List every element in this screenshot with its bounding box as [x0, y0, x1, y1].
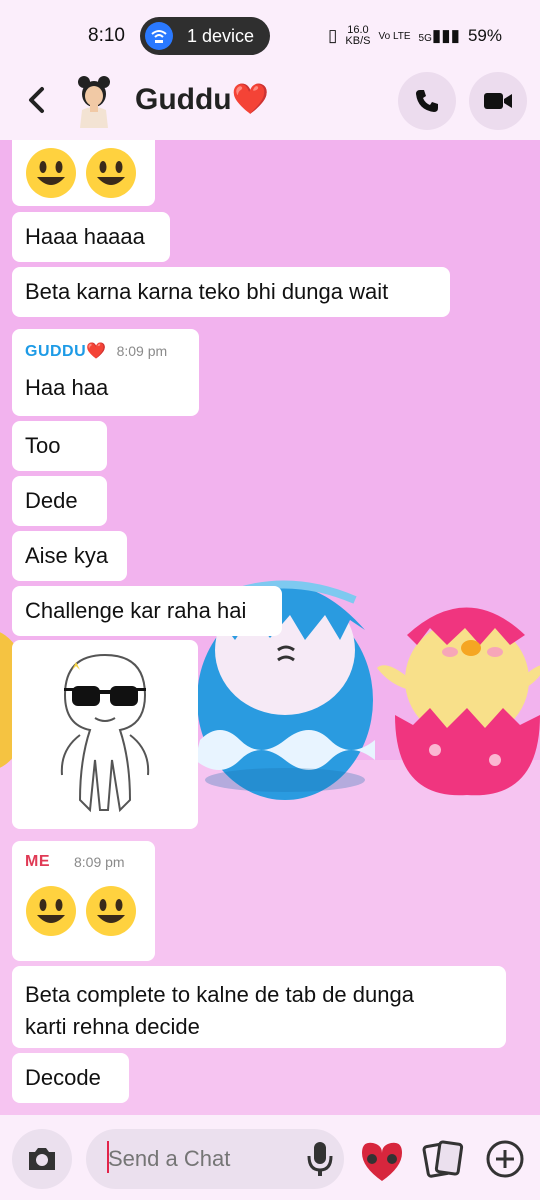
wifi-icon — [145, 22, 173, 50]
cards-icon[interactable] — [422, 1139, 464, 1179]
smiley-emoji-icon — [26, 148, 76, 198]
sender-name: GUDDU❤️ — [25, 343, 107, 360]
back-arrow-icon[interactable] — [22, 82, 52, 118]
camera-icon — [29, 1148, 55, 1170]
composer-bar — [0, 1115, 540, 1200]
device-pill-label: 1 device — [187, 25, 255, 46]
video-icon — [484, 93, 512, 109]
sender-name: ME — [25, 853, 50, 870]
video-call-button[interactable] — [469, 72, 527, 130]
mic-icon[interactable] — [305, 1140, 335, 1178]
emoji-message[interactable] — [12, 140, 155, 206]
message-bubble[interactable]: Decode — [12, 1053, 129, 1103]
vibrate-icon: ▯ — [328, 26, 338, 45]
plus-icon[interactable] — [485, 1139, 525, 1179]
sunglasses-sticker-icon — [60, 653, 150, 812]
message-bubble[interactable]: Too — [12, 421, 107, 471]
battery-level: 59% — [467, 26, 502, 45]
message-bubble[interactable]: Challenge kar raha hai — [12, 586, 282, 636]
message-line: karti rehna decide — [25, 1014, 200, 1039]
smiley-emoji-icon — [26, 886, 76, 936]
bitmoji-icon[interactable] — [358, 1137, 406, 1183]
message-group-guddu[interactable]: GUDDU❤️ 8:09 pm Haa haa — [12, 329, 199, 416]
smiley-emoji-icon — [86, 148, 136, 198]
camera-button[interactable] — [12, 1129, 72, 1189]
phone-icon — [416, 90, 438, 112]
sticker-message[interactable] — [12, 640, 198, 829]
text-cursor — [107, 1141, 109, 1173]
signal-icon: 5G▮▮▮ — [418, 26, 460, 45]
message-bubble[interactable]: Aise kya — [12, 531, 127, 581]
chat-header: Guddu❤️ — [0, 60, 540, 140]
pink-egg-chick-decoration — [377, 607, 540, 796]
contact-name[interactable]: Guddu❤️ — [135, 82, 269, 117]
sender-header: ME 8:09 pm — [25, 853, 142, 871]
message-time: 8:09 pm — [116, 343, 168, 359]
message-bubble[interactable]: Beta complete to kalne de tab de dunga k… — [12, 966, 506, 1048]
smiley-emoji-icon — [86, 886, 136, 936]
message-bubble[interactable]: Haaa haaaa — [12, 212, 170, 262]
sender-header: GUDDU❤️ 8:09 pm — [25, 341, 186, 361]
emoji-row — [25, 885, 142, 937]
message-time: 8:09 pm — [74, 854, 125, 870]
avatar[interactable] — [72, 74, 116, 128]
message-group-me[interactable]: ME 8:09 pm — [12, 841, 155, 961]
message-bubble[interactable]: Beta karna karna teko bhi dunga wait — [12, 267, 450, 317]
message-line: Beta complete to kalne de tab de dunga — [25, 982, 414, 1007]
net-speed: 16.0 KB/S — [345, 24, 371, 47]
device-pill[interactable]: 1 device — [140, 17, 270, 55]
message-text: Haa haa — [25, 375, 109, 400]
call-button[interactable] — [398, 72, 456, 130]
message-bubble[interactable]: Dede — [12, 476, 107, 526]
clock: 8:10 — [88, 25, 125, 46]
volte-label: Vo LTE — [378, 30, 411, 42]
status-indicators: ▯ 16.0 KB/S Vo LTE 5G▮▮▮ 59% — [328, 25, 502, 47]
